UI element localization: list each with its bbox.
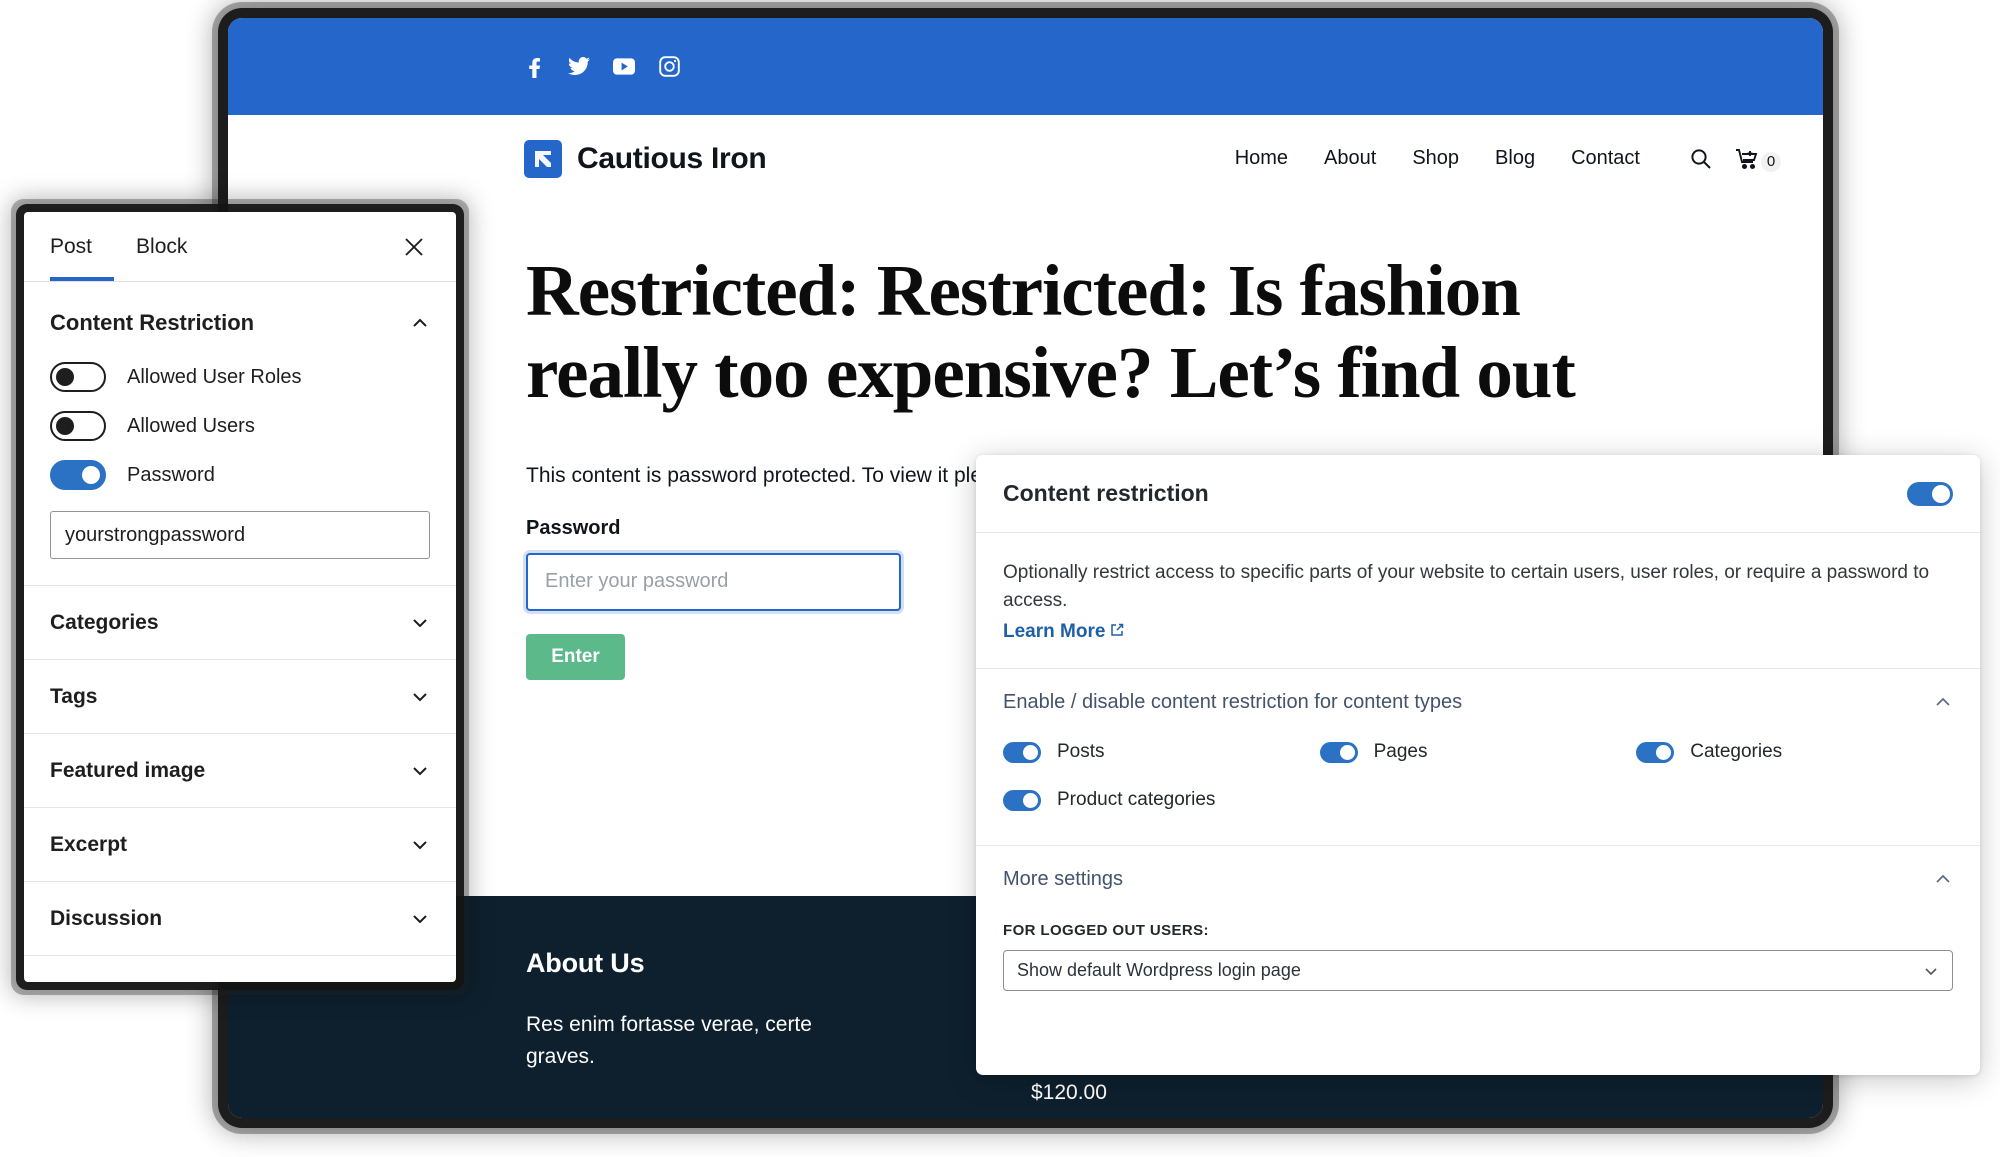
more-settings-section-title: More settings xyxy=(1003,867,1124,890)
instagram-icon[interactable] xyxy=(658,56,680,78)
accordion-excerpt[interactable]: Excerpt xyxy=(24,808,456,882)
footer-product-price: $120.00 xyxy=(1031,1080,1107,1104)
social-topbar xyxy=(228,18,1823,115)
search-icon[interactable] xyxy=(1690,148,1711,169)
settings-description-text: Optionally restrict access to specific p… xyxy=(1003,562,1930,611)
footer-about-column: About Us Res enim fortasse verae, certe … xyxy=(526,948,856,1105)
editor-sidebar: Post Block Content Restriction Allowed U… xyxy=(24,212,456,982)
chevron-up-icon[interactable] xyxy=(410,313,430,333)
pages-label: Pages xyxy=(1373,741,1428,763)
content-type-pages: Pages xyxy=(1319,741,1637,763)
enter-button[interactable]: Enter xyxy=(526,633,625,680)
content-type-categories: Categories xyxy=(1636,741,1953,763)
accordion-label-discussion: Discussion xyxy=(50,906,163,930)
accordion-featured-image[interactable]: Featured image xyxy=(24,734,456,808)
chevron-down-icon[interactable] xyxy=(410,835,430,855)
accordion-categories[interactable]: Categories xyxy=(24,586,456,660)
chevron-down-icon[interactable] xyxy=(410,613,430,633)
tab-block[interactable]: Block xyxy=(114,212,209,281)
password-toggle[interactable] xyxy=(50,460,106,490)
settings-card-header: Content restriction xyxy=(976,455,1980,533)
close-icon[interactable] xyxy=(398,231,430,263)
product-categories-toggle[interactable] xyxy=(1003,789,1041,811)
chevron-down-icon[interactable] xyxy=(410,687,430,707)
logo-icon xyxy=(524,139,562,178)
site-brand[interactable]: Cautious Iron xyxy=(524,139,767,178)
logged-out-users-select[interactable]: Show default Wordpress login page xyxy=(1003,950,1953,992)
logged-out-users-label: FOR LOGGED OUT USERS: xyxy=(1003,922,1209,940)
nav-link-blog[interactable]: Blog xyxy=(1495,147,1535,170)
social-links xyxy=(523,56,680,78)
cart-button[interactable]: 0 xyxy=(1735,148,1781,172)
more-settings-body: FOR LOGGED OUT USERS: Show default Wordp… xyxy=(976,912,1980,992)
content-type-posts: Posts xyxy=(1003,741,1320,763)
site-header: Cautious Iron Home About Shop Blog Conta… xyxy=(228,115,1823,202)
facebook-icon[interactable] xyxy=(523,56,545,78)
learn-more-link[interactable]: Learn More xyxy=(1003,621,1124,643)
nav-link-shop[interactable]: Shop xyxy=(1412,147,1459,170)
accordion-discussion[interactable]: Discussion xyxy=(24,882,456,956)
post-title: Restricted: Restricted: Is fashion reall… xyxy=(526,250,1576,413)
chevron-down-icon[interactable] xyxy=(410,761,430,781)
accordion-tags[interactable]: Tags xyxy=(24,660,456,734)
external-link-icon xyxy=(1110,621,1124,643)
editor-tabs: Post Block xyxy=(24,212,456,282)
twitter-icon[interactable] xyxy=(568,56,590,78)
tab-post[interactable]: Post xyxy=(50,212,114,281)
accordion-label-categories: Categories xyxy=(50,610,159,634)
content-restriction-title: Content Restriction xyxy=(50,310,255,335)
content-types-section-title: Enable / disable content restriction for… xyxy=(1003,690,1463,713)
toggle-row-password: Password xyxy=(50,460,430,490)
product-categories-label: Product categories xyxy=(1057,789,1216,811)
main-nav: Home About Shop Blog Contact 0 xyxy=(1235,147,1781,172)
site-title: Cautious Iron xyxy=(577,141,767,175)
more-settings-section-header[interactable]: More settings xyxy=(976,846,1980,912)
accordion-label-featured-image: Featured image xyxy=(50,758,206,782)
toggle-row-allowed-user-roles: Allowed User Roles xyxy=(50,362,430,392)
chevron-up-icon[interactable] xyxy=(1933,692,1953,712)
categories-toggle[interactable] xyxy=(1636,741,1675,763)
content-restriction-master-toggle[interactable] xyxy=(1907,481,1953,506)
youtube-icon[interactable] xyxy=(613,56,635,78)
learn-more-label: Learn More xyxy=(1003,621,1106,643)
cart-count-badge: 0 xyxy=(1761,151,1781,172)
footer-about-text: Res enim fortasse verae, certe graves. xyxy=(526,1013,812,1068)
chevron-down-icon[interactable] xyxy=(410,909,430,929)
content-restriction-settings-card: Content restriction Optionally restrict … xyxy=(976,455,1980,1075)
accordion-label-excerpt: Excerpt xyxy=(50,832,128,856)
nav-link-contact[interactable]: Contact xyxy=(1571,147,1640,170)
header-tools: 0 xyxy=(1690,148,1781,172)
password-label: Password xyxy=(127,463,215,486)
chevron-up-icon[interactable] xyxy=(1933,869,1953,889)
toggle-row-allowed-users: Allowed Users xyxy=(50,411,430,441)
logged-out-users-value: Show default Wordpress login page xyxy=(1017,960,1301,981)
posts-toggle[interactable] xyxy=(1003,741,1041,763)
nav-link-home[interactable]: Home xyxy=(1235,147,1288,170)
allowed-user-roles-label: Allowed User Roles xyxy=(127,365,302,388)
allowed-user-roles-toggle[interactable] xyxy=(50,362,106,392)
content-restriction-panel: Content Restriction Allowed User Roles A… xyxy=(24,282,456,586)
footer-about-heading: About Us xyxy=(526,948,645,978)
site-password-input[interactable] xyxy=(526,552,901,611)
pages-toggle[interactable] xyxy=(1319,741,1358,763)
content-types-body: Posts Pages Categories Product categorie… xyxy=(976,735,1980,847)
content-type-product-categories: Product categories xyxy=(1003,789,1320,811)
settings-description: Optionally restrict access to specific p… xyxy=(976,533,1980,670)
password-value-input[interactable] xyxy=(50,511,430,559)
content-types-section-header[interactable]: Enable / disable content restriction for… xyxy=(976,669,1980,735)
chevron-down-icon xyxy=(1923,963,1939,979)
allowed-users-toggle[interactable] xyxy=(50,411,106,441)
settings-card-title: Content restriction xyxy=(1003,480,1209,506)
allowed-users-label: Allowed Users xyxy=(127,414,255,437)
shopping-cart-icon xyxy=(1735,148,1759,170)
categories-label: Categories xyxy=(1690,741,1783,763)
accordion-label-tags: Tags xyxy=(50,684,98,708)
nav-link-about[interactable]: About xyxy=(1324,147,1376,170)
posts-label: Posts xyxy=(1057,741,1105,763)
